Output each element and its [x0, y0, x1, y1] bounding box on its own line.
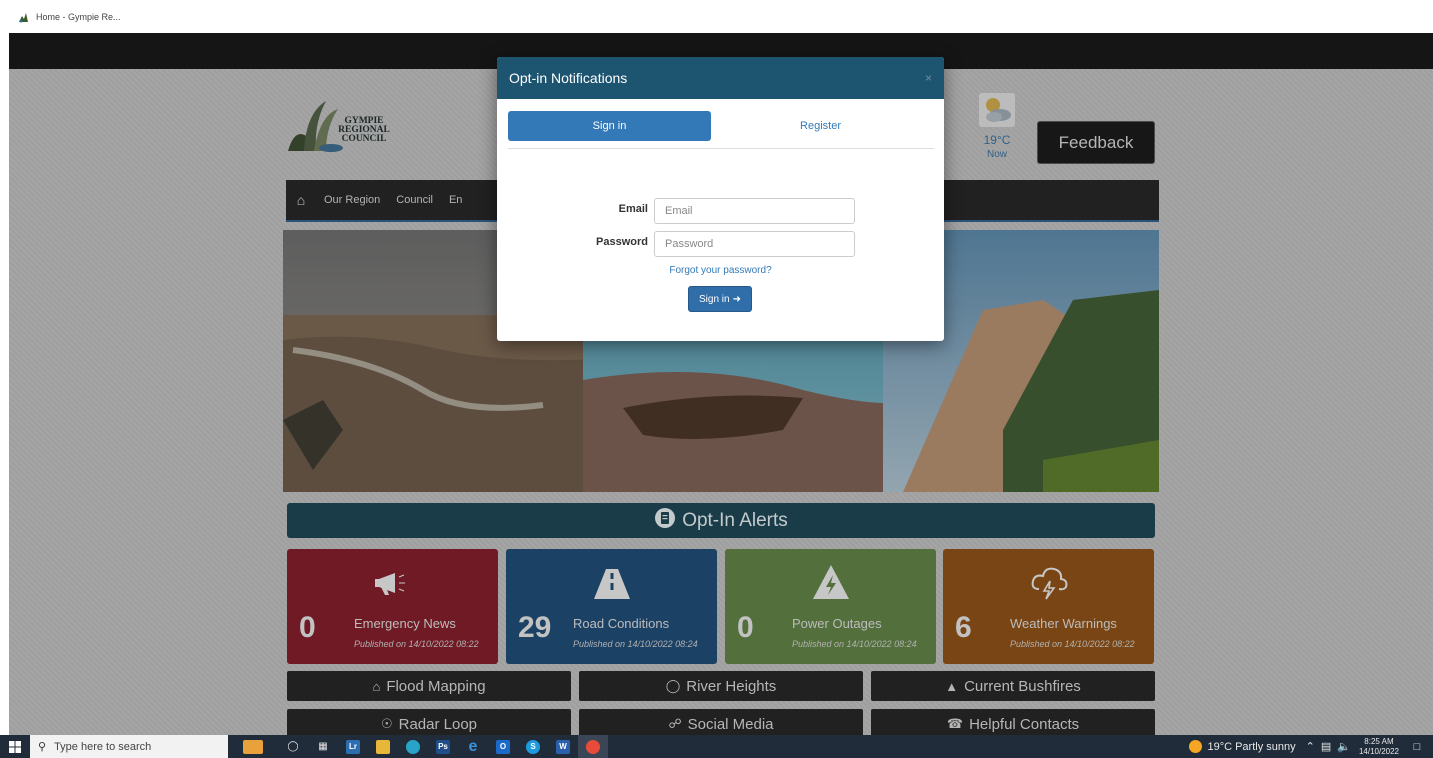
lightroom-icon[interactable]: Lr [338, 735, 368, 758]
sign-in-submit-label: Sign in [699, 293, 730, 305]
photoshop-icon[interactable]: Ps [428, 735, 458, 758]
search-highlight-icon[interactable] [228, 735, 278, 758]
outlook-icon[interactable]: O [488, 735, 518, 758]
tray-date: 14/10/2022 [1358, 746, 1399, 756]
modal-tabs: Sign in Register [508, 111, 934, 149]
tab-register[interactable]: Register [719, 111, 922, 141]
forgot-password-link[interactable]: Forgot your password? [497, 265, 944, 276]
browser-tab-title[interactable]: Home - Gympie Re... [36, 12, 121, 22]
search-icon: ⚲ [38, 741, 47, 753]
site-favicon-icon [18, 11, 30, 23]
password-row: Password [497, 231, 944, 257]
modal-title: Opt-in Notifications [509, 70, 628, 86]
email-row: Email [497, 198, 944, 224]
modal-header: Opt-in Notifications × [497, 57, 944, 99]
word-icon[interactable]: W [548, 735, 578, 758]
notifications-icon[interactable]: □ [1407, 741, 1427, 753]
internet-explorer-icon[interactable]: e [458, 735, 488, 758]
close-icon[interactable]: × [925, 71, 932, 85]
chevron-up-icon[interactable]: ⌃ [1306, 740, 1315, 753]
system-tray: 19°C Partly sunny ⌃ ▤ 🔈 8:25 AM 14/10/20… [1189, 735, 1433, 758]
network-icon[interactable]: ▤ [1321, 740, 1331, 753]
sign-in-submit-button[interactable]: Sign in ➜ [688, 286, 752, 312]
tray-clock[interactable]: 8:25 AM 14/10/2022 [1359, 737, 1399, 757]
taskbar-search-placeholder: Type here to search [54, 740, 152, 753]
email-field[interactable] [654, 198, 855, 224]
password-label: Password [596, 236, 648, 248]
volume-icon[interactable]: 🔈 [1337, 740, 1351, 753]
chrome-icon[interactable] [578, 735, 608, 758]
task-view-icon[interactable]: ▦ [308, 735, 338, 758]
os-taskbar: ⚲ Type here to search ◯ ▦ Lr Ps e O S W … [0, 735, 1433, 758]
forgot-password-label[interactable]: Forgot your password? [669, 265, 771, 276]
edge-icon[interactable] [398, 735, 428, 758]
cortana-icon[interactable]: ◯ [278, 735, 308, 758]
browser-tab-bar: Home - Gympie Re... [0, 0, 1433, 33]
opt-in-modal: Opt-in Notifications × Sign in Register … [497, 57, 944, 341]
email-label: Email [618, 203, 648, 215]
tab-sign-in[interactable]: Sign in [508, 111, 711, 141]
skype-icon[interactable]: S [518, 735, 548, 758]
partly-sunny-tray-icon [1189, 740, 1203, 753]
tray-time: 8:25 AM [1364, 736, 1394, 746]
tray-weather-label: 19°C Partly sunny [1207, 740, 1296, 753]
tray-weather[interactable]: 19°C Partly sunny [1189, 740, 1296, 753]
sign-in-arrow-icon: ➜ [732, 293, 741, 305]
password-field[interactable] [654, 231, 855, 257]
taskbar-search-input[interactable]: ⚲ Type here to search [30, 735, 228, 758]
windows-start-button[interactable] [0, 735, 30, 758]
file-explorer-icon[interactable] [368, 735, 398, 758]
